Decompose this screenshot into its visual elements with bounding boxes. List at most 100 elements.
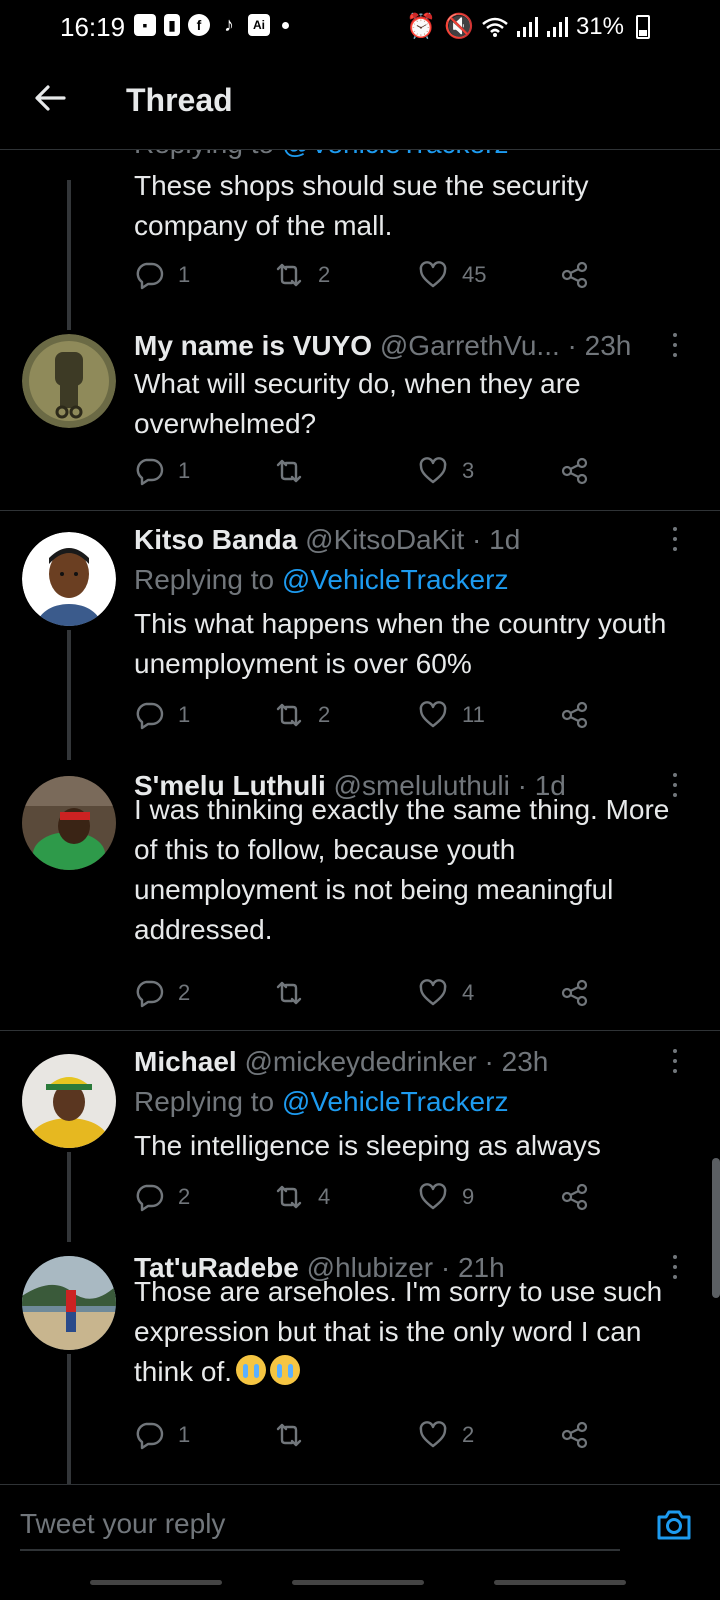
thread-line bbox=[67, 1354, 71, 1484]
heart-icon bbox=[419, 1183, 447, 1210]
share-button[interactable] bbox=[560, 978, 590, 1008]
signal-icon bbox=[516, 16, 538, 37]
camera-icon bbox=[657, 1510, 691, 1540]
share-icon bbox=[561, 457, 588, 485]
crying-face-icon bbox=[270, 1355, 301, 1385]
mention-link[interactable]: @VehicleTrackerz bbox=[282, 564, 509, 595]
share-icon bbox=[561, 979, 588, 1007]
wifi-icon bbox=[482, 17, 508, 37]
share-button[interactable] bbox=[560, 1182, 590, 1212]
reply-button[interactable]: 1 bbox=[134, 700, 190, 730]
tweet-actions: 1 3 bbox=[134, 456, 614, 492]
share-button[interactable] bbox=[560, 1420, 590, 1450]
divider bbox=[0, 510, 720, 511]
tweet-actions: 2 4 bbox=[134, 978, 614, 1014]
avatar[interactable] bbox=[22, 334, 116, 428]
share-button[interactable] bbox=[560, 700, 590, 730]
status-bar: 16:19 ▪ ▮ f ♪ Ai ⏰ 🔇 31% bbox=[0, 0, 720, 56]
retweet-button[interactable]: 2 bbox=[274, 700, 330, 730]
battery-icon bbox=[636, 14, 650, 39]
notification-icons: ▪ ▮ f ♪ Ai bbox=[134, 14, 289, 36]
display-name[interactable]: My name is VUYO bbox=[134, 330, 372, 361]
avatar[interactable] bbox=[22, 1256, 116, 1350]
share-button[interactable] bbox=[560, 456, 590, 486]
top-app-bar: Thread bbox=[0, 56, 720, 150]
tweet[interactable]: Kitso Banda @KitsoDaKit · 1d Replying to… bbox=[0, 524, 720, 760]
retweet-icon bbox=[276, 703, 302, 727]
retweet-button[interactable]: 4 bbox=[274, 1182, 330, 1212]
tweet-text: The intelligence is sleeping as always bbox=[134, 1130, 601, 1161]
heart-icon bbox=[419, 261, 447, 288]
nav-back[interactable] bbox=[494, 1580, 626, 1585]
scrollbar[interactable] bbox=[712, 1158, 720, 1298]
reply-button[interactable]: 2 bbox=[134, 978, 190, 1008]
reply-input[interactable] bbox=[20, 1499, 620, 1551]
tweet[interactable]: Tat'uRadebe @hlubizer · 21h Those are ar… bbox=[0, 1252, 720, 1484]
tweet-header: Michael @mickeydedrinker · 23h bbox=[134, 1046, 674, 1078]
tweet[interactable]: My name is VUYO @GarrethVu... · 23h What… bbox=[0, 330, 720, 510]
like-button[interactable]: 4 bbox=[418, 978, 474, 1008]
tweet-text: This what happens when the country youth… bbox=[134, 608, 667, 679]
display-name[interactable]: Michael bbox=[134, 1046, 237, 1077]
tweet-header: My name is VUYO @GarrethVu... · 23h bbox=[134, 330, 674, 362]
like-button[interactable]: 9 bbox=[418, 1182, 474, 1212]
like-button[interactable]: 11 bbox=[418, 700, 485, 730]
like-button[interactable]: 2 bbox=[418, 1420, 474, 1450]
nav-recents[interactable] bbox=[90, 1580, 222, 1585]
nav-home[interactable] bbox=[292, 1580, 424, 1585]
display-name[interactable]: Kitso Banda bbox=[134, 524, 297, 555]
avatar[interactable] bbox=[22, 776, 116, 870]
avatar[interactable] bbox=[22, 1054, 116, 1148]
more-options-button[interactable] bbox=[670, 330, 680, 360]
tweet-text: Those are arseholes. I'm sorry to use su… bbox=[134, 1276, 663, 1387]
mention-link[interactable]: @VehicleTrackerz bbox=[282, 1086, 509, 1117]
retweet-icon bbox=[276, 1185, 302, 1209]
share-icon bbox=[561, 261, 588, 289]
retweet-button[interactable]: 2 bbox=[274, 260, 330, 290]
dot-icon bbox=[282, 21, 289, 29]
like-button[interactable]: 45 bbox=[418, 260, 486, 290]
heart-icon bbox=[419, 1421, 447, 1448]
retweet-button[interactable] bbox=[274, 1420, 318, 1450]
reply-button[interactable]: 1 bbox=[134, 260, 190, 290]
mention-link[interactable]: @VehicleTrackerz bbox=[282, 150, 509, 159]
heart-icon bbox=[419, 457, 447, 484]
retweet-button[interactable] bbox=[274, 978, 318, 1008]
reply-icon bbox=[136, 262, 164, 290]
system-icons: ⏰ 🔇 31% bbox=[406, 12, 650, 41]
page-title: Thread bbox=[126, 82, 233, 118]
tweet[interactable]: S'melu Luthuli @smeluluthuli · 1d I was … bbox=[0, 770, 720, 1030]
like-button[interactable]: 3 bbox=[418, 456, 474, 486]
tweet[interactable]: Michael @mickeydedrinker · 23h Replying … bbox=[0, 1046, 720, 1242]
more-options-button[interactable] bbox=[670, 1046, 680, 1076]
more-options-button[interactable] bbox=[670, 524, 680, 554]
arrow-left-icon bbox=[35, 85, 66, 111]
retweet-icon bbox=[276, 1423, 302, 1447]
message-icon: ▪ bbox=[134, 14, 156, 36]
reply-button[interactable]: 1 bbox=[134, 1420, 190, 1450]
tweet-text: What will security do, when they are ove… bbox=[134, 368, 581, 439]
reply-button[interactable]: 2 bbox=[134, 1182, 190, 1212]
retweet-icon bbox=[276, 263, 302, 287]
retweet-button[interactable] bbox=[274, 456, 318, 486]
share-icon bbox=[561, 701, 588, 729]
thread-feed[interactable]: Replying to @VehicleTrackerz These shops… bbox=[0, 150, 720, 1484]
divider bbox=[0, 1030, 720, 1031]
profile-photo-image bbox=[22, 1256, 116, 1350]
avatar[interactable] bbox=[22, 532, 116, 626]
tweet[interactable]: Replying to @VehicleTrackerz These shops… bbox=[0, 150, 720, 330]
system-nav-bar bbox=[0, 1564, 720, 1600]
ai-icon: Ai bbox=[248, 14, 270, 36]
tiktok-icon: ♪ bbox=[224, 13, 234, 36]
tweet-actions: 1 2 bbox=[134, 1420, 614, 1456]
reply-icon bbox=[136, 702, 164, 730]
reply-icon bbox=[136, 980, 164, 1008]
share-icon bbox=[561, 1183, 588, 1211]
back-button[interactable] bbox=[30, 78, 70, 118]
profile-photo-image bbox=[22, 776, 116, 870]
cartoon-avatar-image bbox=[22, 532, 116, 626]
handle-time: @mickeydedrinker · 23h bbox=[244, 1046, 549, 1077]
reply-button[interactable]: 1 bbox=[134, 456, 190, 486]
camera-button[interactable] bbox=[654, 1505, 694, 1545]
share-button[interactable] bbox=[560, 260, 590, 290]
